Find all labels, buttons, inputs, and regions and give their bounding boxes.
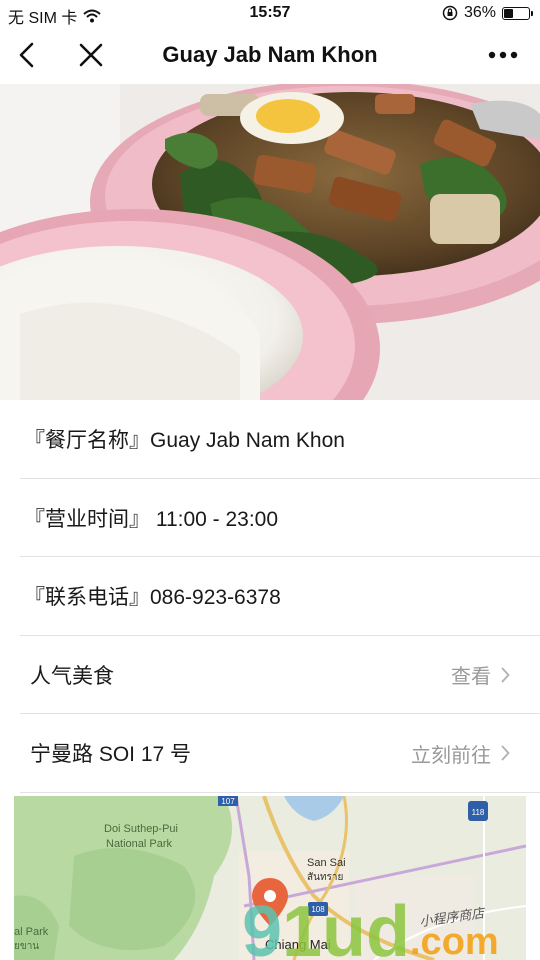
restaurant-info-list: 『餐厅名称』Guay Jab Nam Khon 『营业时间』 11:00 - 2… (0, 400, 540, 793)
opening-hours-text: 『营业时间』 11:00 - 23:00 (24, 507, 279, 531)
road-107-label: 107 (221, 797, 235, 806)
chevron-right-icon (501, 667, 510, 683)
location-map[interactable]: 107 118 108 Doi Suthep-Pui National Park… (14, 796, 526, 960)
opening-hours-row: 『营业时间』 11:00 - 23:00 (0, 479, 540, 558)
battery-icon (502, 6, 533, 20)
map-label-doi-suthep: Doi Suthep-Pui (104, 823, 178, 835)
map-label-san-sai: San Sai (307, 857, 346, 869)
phone-text: 『联系电话』086-923-6378 (24, 586, 281, 610)
more-icon[interactable] (486, 42, 520, 68)
page-title: Guay Jab Nam Khon (162, 42, 378, 67)
popular-food-label: 人气美食 (30, 664, 114, 688)
map-label-park-left-thai: ่ยขาน (14, 938, 39, 952)
map-label-national-park: National Park (106, 838, 173, 850)
address-row[interactable]: 宁曼路 SOI 17 号 立刻前往 (0, 714, 540, 793)
popular-food-row[interactable]: 人气美食 查看 (0, 636, 540, 715)
battery-fill (504, 8, 514, 18)
watermark-9: 9 (242, 892, 282, 960)
address-label: 宁曼路 SOI 17 号 (30, 743, 192, 767)
road-118-label: 118 (472, 808, 485, 817)
nav-bar: Guay Jab Nam Khon (0, 28, 540, 84)
view-link-text: 查看 (451, 666, 491, 689)
navigate-link-text: 立刻前往 (411, 744, 491, 767)
battery-percent: 36% (463, 4, 496, 21)
restaurant-name-text: 『餐厅名称』Guay Jab Nam Khon (24, 429, 345, 453)
popular-food-action[interactable]: 查看 (451, 636, 510, 715)
phone-row: 『联系电话』086-923-6378 (0, 557, 540, 636)
food-photo-illustration (0, 84, 540, 400)
orientation-lock-icon (442, 5, 458, 21)
restaurant-photo (0, 84, 540, 400)
map-illustration: 107 118 108 Doi Suthep-Pui National Park… (14, 796, 526, 960)
map-label-park-left: al Park (14, 926, 49, 938)
map-label-san-sai-thai: สันทราย (307, 872, 343, 883)
status-bar: 无 SIM 卡 15:57 36% (0, 0, 540, 28)
chevron-right-icon (501, 745, 510, 761)
navigate-action[interactable]: 立刻前往 (411, 714, 510, 793)
watermark-1ud: 1ud (282, 892, 410, 960)
restaurant-name-row: 『餐厅名称』Guay Jab Nam Khon (0, 400, 540, 479)
status-right: 36% (442, 4, 533, 22)
